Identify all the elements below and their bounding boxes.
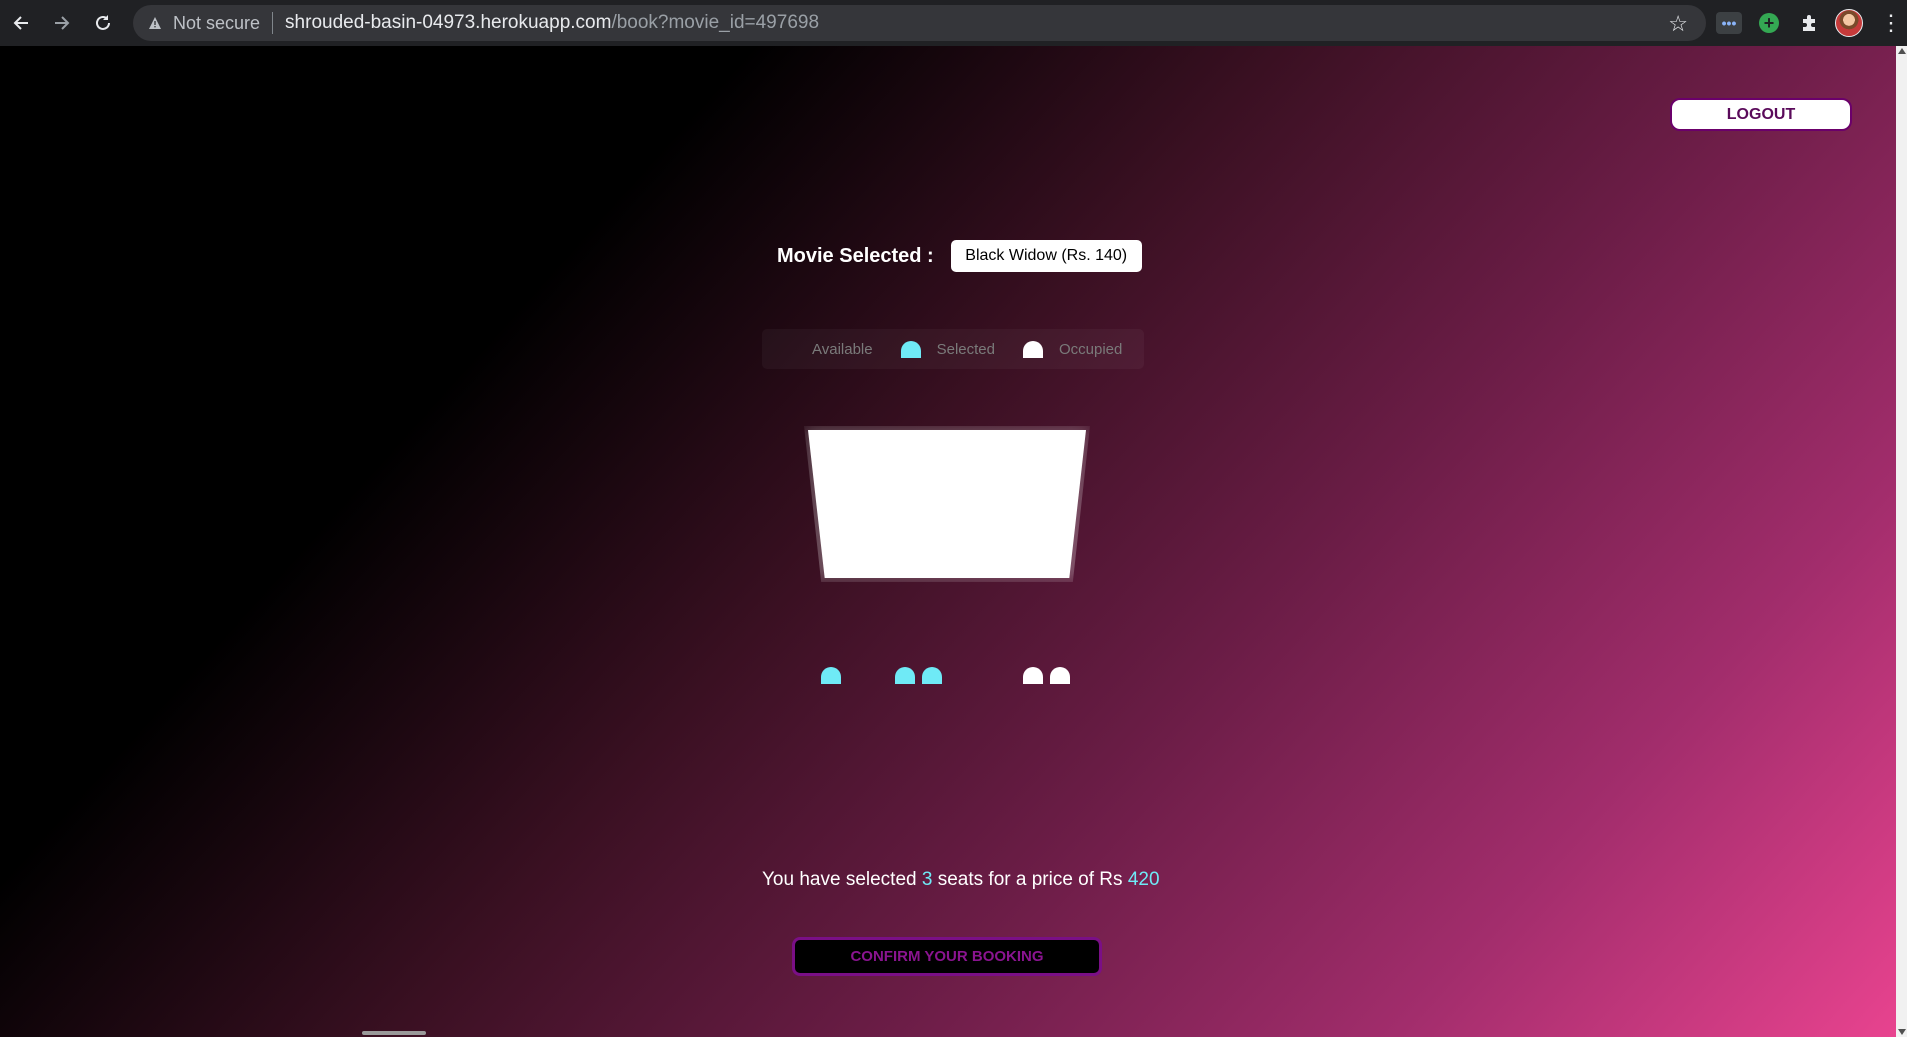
url-path: /book?movie_id=497698 [611, 12, 820, 33]
security-label[interactable]: Not secure [173, 13, 260, 34]
movie-select[interactable]: Black Widow (Rs. 140) [950, 240, 1142, 272]
seat-occupied [1023, 667, 1043, 684]
seat-available[interactable] [922, 791, 942, 808]
legend-label: Occupied [1058, 340, 1123, 358]
back-icon[interactable] [1, 3, 41, 43]
seat-available[interactable] [949, 741, 969, 758]
scroll-up-icon[interactable] [1898, 48, 1906, 54]
summary-middle: seats for a price of Rs [932, 869, 1128, 890]
seat-available[interactable] [949, 717, 969, 734]
seat-available[interactable] [848, 692, 868, 709]
kebab-menu-icon[interactable]: ⋮ [1880, 10, 1902, 36]
selected-count: 3 [921, 869, 933, 890]
seat-available[interactable] [1050, 791, 1070, 808]
seat-row [821, 692, 1077, 712]
seat-available[interactable] [1050, 766, 1070, 783]
seat-available[interactable] [848, 741, 868, 758]
seat-available[interactable] [976, 717, 996, 734]
vertical-scrollbar[interactable] [1896, 46, 1907, 1037]
confirm-booking-button[interactable]: CONFIRM YOUR BOOKING [792, 937, 1102, 976]
extensions-area: ••• + ⋮ [1712, 5, 1902, 41]
seat-available[interactable] [848, 667, 868, 684]
seat-available[interactable] [922, 766, 942, 783]
movie-label: Movie Selected : [777, 244, 934, 267]
horizontal-scrollbar-thumb[interactable] [362, 1031, 426, 1035]
cinema-screen [808, 430, 1086, 578]
seat-available[interactable] [821, 766, 841, 783]
seat-available[interactable] [922, 741, 942, 758]
summary-prefix: You have selected [762, 869, 922, 890]
seat-occupied [1050, 667, 1070, 684]
logout-button[interactable]: LOGOUT [1670, 98, 1852, 131]
forward-icon[interactable] [42, 3, 82, 43]
bookmark-star-icon[interactable]: ☆ [1668, 11, 1688, 37]
profile-avatar[interactable] [1832, 6, 1866, 40]
seat-available[interactable] [821, 692, 841, 709]
seat-available[interactable] [821, 741, 841, 758]
warning-icon [147, 15, 163, 31]
puzzle-icon[interactable] [1792, 6, 1826, 40]
total-price: 420 [1127, 869, 1160, 890]
extension-dots-icon[interactable]: ••• [1712, 6, 1746, 40]
seat-available[interactable] [949, 791, 969, 808]
seat-available[interactable] [895, 692, 915, 709]
extension-plus-icon[interactable]: + [1752, 6, 1786, 40]
seat-available[interactable] [976, 791, 996, 808]
seat-row [821, 791, 1077, 811]
seat-available[interactable] [848, 791, 868, 808]
seat-row [821, 741, 1077, 761]
seat-available[interactable] [949, 692, 969, 709]
seat-available[interactable] [848, 766, 868, 783]
seat-available[interactable] [1023, 717, 1043, 734]
seat-available[interactable] [1050, 717, 1070, 734]
legend-seat-selected-icon [900, 340, 921, 358]
seat-available[interactable] [976, 692, 996, 709]
seat-available[interactable] [1023, 791, 1043, 808]
seat-available[interactable] [922, 717, 942, 734]
legend-seat-occupied-icon [1022, 340, 1043, 358]
seat-available[interactable] [895, 766, 915, 783]
seat-available[interactable] [895, 791, 915, 808]
booking-page: LOGOUT Movie Selected : Black Widow (Rs.… [0, 46, 1896, 1037]
seat-available[interactable] [821, 717, 841, 734]
legend-label: Available [812, 340, 873, 358]
booking-summary: You have selected 3 seats for a price of… [762, 869, 1160, 891]
legend-item-occupied: Occupied [1022, 340, 1123, 358]
legend-item-available: Available [776, 341, 873, 358]
omnibox-divider [272, 12, 274, 34]
seat-map [821, 667, 1077, 816]
seat-available[interactable] [976, 766, 996, 783]
movie-selection: Movie Selected : Black Widow (Rs. 140) [777, 240, 1142, 272]
seat-row [821, 667, 1077, 687]
seat-available[interactable] [895, 717, 915, 734]
seat-available[interactable] [922, 692, 942, 709]
legend-seat-available-icon [776, 341, 796, 358]
seat-available[interactable] [976, 667, 996, 684]
seat-available[interactable] [1023, 692, 1043, 709]
seat-available[interactable] [949, 667, 969, 684]
seat-selected[interactable] [895, 667, 915, 684]
seat-legend: Available Selected Occupied [762, 329, 1144, 369]
seat-available[interactable] [1023, 741, 1043, 758]
browser-toolbar: Not secure shrouded-basin-04973.herokuap… [0, 0, 1907, 46]
seat-available[interactable] [821, 791, 841, 808]
reload-icon[interactable] [83, 3, 123, 43]
seat-selected[interactable] [821, 667, 841, 684]
seat-available[interactable] [895, 741, 915, 758]
url-host: shrouded-basin-04973.herokuapp.com [285, 12, 612, 33]
seat-available[interactable] [848, 717, 868, 734]
seat-available[interactable] [1023, 766, 1043, 783]
seat-available[interactable] [976, 741, 996, 758]
legend-item-selected: Selected [900, 340, 995, 358]
seat-row [821, 717, 1077, 737]
address-bar[interactable]: Not secure shrouded-basin-04973.herokuap… [133, 5, 1706, 41]
seat-selected[interactable] [922, 667, 942, 684]
seat-row [821, 766, 1077, 786]
seat-available[interactable] [949, 766, 969, 783]
scroll-down-icon[interactable] [1898, 1029, 1906, 1035]
seat-available[interactable] [1050, 692, 1070, 709]
legend-label: Selected [936, 340, 995, 358]
seat-available[interactable] [1050, 741, 1070, 758]
